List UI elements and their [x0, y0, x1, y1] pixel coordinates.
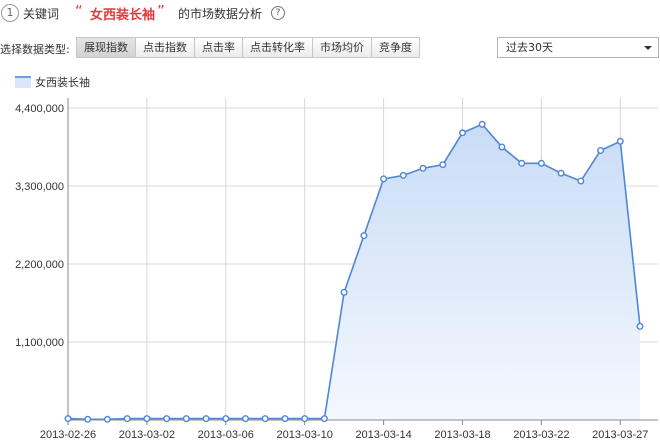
y-tick-label: 3,300,000 [15, 181, 64, 193]
data-point [202, 415, 210, 423]
data-point [537, 159, 545, 167]
data-point [320, 415, 328, 423]
impression-chart: 1,100,000 2,200,000 3,300,000 4,400,000 2013… [15, 98, 658, 441]
data-point [478, 120, 486, 128]
data-point [123, 415, 131, 423]
data-point [557, 169, 565, 177]
data-point [636, 322, 644, 330]
x-tick-label: 2013-03-27 [592, 429, 648, 441]
data-point [301, 415, 309, 423]
x-tick-label: 2013-03-18 [434, 429, 490, 441]
data-point [459, 129, 467, 137]
x-tick-label: 2013-02-26 [40, 429, 96, 441]
x-tick-label: 2013-03-22 [513, 429, 569, 441]
x-tick-label: 2013-03-02 [119, 429, 175, 441]
data-point [163, 415, 171, 423]
data-point [64, 415, 72, 423]
data-point [84, 415, 92, 423]
data-point [597, 146, 605, 154]
data-point [261, 415, 269, 423]
data-point [498, 143, 506, 151]
data-point [143, 415, 151, 423]
data-point [360, 232, 368, 240]
series-area [68, 124, 640, 421]
x-tick-label: 2013-03-10 [277, 429, 333, 441]
x-tick-label: 2013-03-06 [198, 429, 254, 441]
data-point [518, 159, 526, 167]
data-point [399, 171, 407, 179]
x-tick-label: 2013-03-14 [355, 429, 411, 441]
data-point [241, 415, 249, 423]
y-tick-label: 4,400,000 [15, 103, 64, 115]
data-point [439, 161, 447, 169]
data-point [182, 415, 190, 423]
data-point [616, 137, 624, 145]
data-point [222, 415, 230, 423]
data-point [577, 177, 585, 185]
y-tick-label: 1,100,000 [15, 337, 64, 349]
data-point [281, 415, 289, 423]
data-point [419, 164, 427, 172]
data-point [103, 415, 111, 423]
y-tick-label: 2,200,000 [15, 259, 64, 271]
data-point [340, 288, 348, 296]
data-point [380, 175, 388, 183]
